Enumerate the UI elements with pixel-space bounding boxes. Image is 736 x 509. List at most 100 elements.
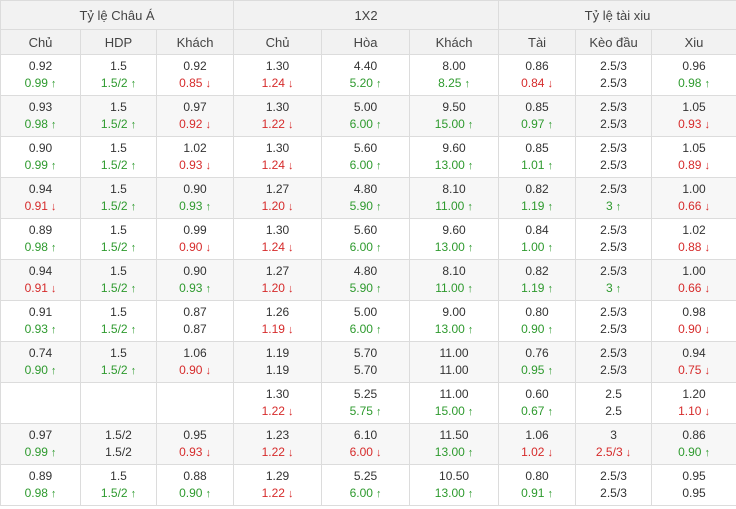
table-row[interactable]: 0.94 0.91 ↓ 1.5 1.5/2 ↑ 0.90 0.93 ↑ 1.27 1.20 ↓ 4.80… xyxy=(0,177,736,219)
odds-cell[interactable]: 0.85 1.01 ↑ xyxy=(498,136,577,178)
odds-cell[interactable]: 0.95 0.95 xyxy=(651,464,736,506)
odds-cell[interactable]: 3 2.5/3 ↓ xyxy=(575,423,653,465)
odds-cell[interactable]: 0.90 0.99 ↑ xyxy=(0,136,81,178)
odds-cell[interactable]: 1.06 0.90 ↓ xyxy=(155,341,235,383)
odds-cell[interactable]: 0.98 0.90 ↓ xyxy=(651,300,736,342)
odds-cell[interactable]: 1.30 1.24 ↓ xyxy=(233,54,323,96)
odds-cell[interactable]: 1.27 1.20 ↓ xyxy=(233,177,323,219)
table-row[interactable]: 0.89 0.98 ↑ 1.5 1.5/2 ↑ 0.99 0.90 ↓ 1.30 1.24 ↓ 5.60… xyxy=(0,218,736,260)
odds-cell[interactable]: 11.50 13.00 ↑ xyxy=(409,423,500,465)
odds-cell[interactable]: 1.30 1.24 ↓ xyxy=(233,136,323,178)
table-row[interactable]: 0.97 0.99 ↑ 1.5/2 1.5/2 0.95 0.93 ↓ 1.23 1.22 ↓ 6.1… xyxy=(0,423,736,465)
odds-cell[interactable]: 2.5/3 2.5/3 xyxy=(575,300,653,342)
odds-cell[interactable]: 2.5/3 2.5/3 xyxy=(575,95,653,137)
odds-cell[interactable]: 2.5/3 2.5/3 xyxy=(575,136,653,178)
table-row[interactable]: 0.90 0.99 ↑ 1.5 1.5/2 ↑ 1.02 0.93 ↓ 1.30 1.24 ↓ 5.60… xyxy=(0,136,736,178)
odds-cell[interactable]: 5.60 6.00 ↑ xyxy=(321,218,411,260)
odds-cell[interactable]: 0.97 0.99 ↑ xyxy=(0,423,81,465)
odds-cell[interactable] xyxy=(155,382,235,424)
odds-cell[interactable]: 1.5 1.5/2 ↑ xyxy=(80,464,157,506)
odds-cell[interactable]: 0.94 0.91 ↓ xyxy=(0,259,81,301)
odds-cell[interactable]: 1.20 1.10 ↓ xyxy=(651,382,736,424)
odds-cell[interactable]: 2.5 2.5 xyxy=(575,382,653,424)
odds-cell[interactable]: 1.00 0.66 ↓ xyxy=(651,259,736,301)
odds-cell[interactable]: 5.70 5.70 xyxy=(321,341,411,383)
odds-cell[interactable]: 0.60 0.67 ↑ xyxy=(498,382,577,424)
odds-cell[interactable]: 1.23 1.22 ↓ xyxy=(233,423,323,465)
odds-cell[interactable]: 1.5 1.5/2 ↑ xyxy=(80,259,157,301)
odds-cell[interactable]: 1.5 1.5/2 ↑ xyxy=(80,136,157,178)
table-row[interactable]: 0.94 0.91 ↓ 1.5 1.5/2 ↑ 0.90 0.93 ↑ 1.27 1.20 ↓ 4.80… xyxy=(0,259,736,301)
odds-cell[interactable]: 9.00 13.00 ↑ xyxy=(409,300,500,342)
odds-cell[interactable]: 5.25 5.75 ↑ xyxy=(321,382,411,424)
odds-cell[interactable]: 1.02 0.93 ↓ xyxy=(155,136,235,178)
odds-cell[interactable]: 5.00 6.00 ↑ xyxy=(321,95,411,137)
odds-cell[interactable]: 0.94 0.91 ↓ xyxy=(0,177,81,219)
odds-cell[interactable]: 6.10 6.00 ↓ xyxy=(321,423,411,465)
odds-cell[interactable]: 8.00 8.25 ↑ xyxy=(409,54,500,96)
odds-cell[interactable]: 1.5 1.5/2 ↑ xyxy=(80,218,157,260)
odds-cell[interactable] xyxy=(0,382,81,424)
odds-cell[interactable]: 0.85 0.97 ↑ xyxy=(498,95,577,137)
odds-cell[interactable]: 0.82 1.19 ↑ xyxy=(498,177,577,219)
odds-cell[interactable]: 1.5/2 1.5/2 xyxy=(80,423,157,465)
odds-cell[interactable]: 1.05 0.93 ↓ xyxy=(651,95,736,137)
odds-cell[interactable]: 4.80 5.90 ↑ xyxy=(321,259,411,301)
odds-cell[interactable]: 0.76 0.95 ↑ xyxy=(498,341,577,383)
odds-cell[interactable]: 1.19 1.19 xyxy=(233,341,323,383)
odds-cell[interactable]: 0.89 0.98 ↑ xyxy=(0,464,81,506)
odds-cell[interactable]: 0.92 0.85 ↓ xyxy=(155,54,235,96)
odds-cell[interactable]: 1.05 0.89 ↓ xyxy=(651,136,736,178)
odds-cell[interactable]: 9.60 13.00 ↑ xyxy=(409,218,500,260)
odds-cell[interactable]: 11.00 15.00 ↑ xyxy=(409,382,500,424)
odds-cell[interactable]: 1.5 1.5/2 ↑ xyxy=(80,95,157,137)
odds-cell[interactable] xyxy=(80,382,157,424)
odds-cell[interactable]: 1.02 0.88 ↓ xyxy=(651,218,736,260)
odds-cell[interactable]: 0.90 0.93 ↑ xyxy=(155,259,235,301)
odds-cell[interactable]: 0.97 0.92 ↓ xyxy=(155,95,235,137)
table-row[interactable]: 0.93 0.98 ↑ 1.5 1.5/2 ↑ 0.97 0.92 ↓ 1.30 1.22 ↓ 5.00… xyxy=(0,95,736,137)
odds-cell[interactable]: 1.5 1.5/2 ↑ xyxy=(80,54,157,96)
odds-cell[interactable]: 1.26 1.19 ↓ xyxy=(233,300,323,342)
odds-cell[interactable]: 0.80 0.91 ↑ xyxy=(498,464,577,506)
odds-cell[interactable]: 1.5 1.5/2 ↑ xyxy=(80,300,157,342)
odds-cell[interactable]: 0.94 0.75 ↓ xyxy=(651,341,736,383)
odds-cell[interactable]: 8.10 11.00 ↑ xyxy=(409,177,500,219)
table-row[interactable]: 1.30 1.22 ↓ 5.25 5.75 ↑ 11.00 15.00 ↑ 0.60 0.67 ↑ 2.… xyxy=(0,382,736,424)
odds-cell[interactable]: 10.50 13.00 ↑ xyxy=(409,464,500,506)
odds-cell[interactable]: 1.30 1.24 ↓ xyxy=(233,218,323,260)
odds-cell[interactable]: 5.00 6.00 ↑ xyxy=(321,300,411,342)
odds-cell[interactable]: 0.90 0.93 ↑ xyxy=(155,177,235,219)
odds-cell[interactable]: 0.92 0.99 ↑ xyxy=(0,54,81,96)
odds-cell[interactable]: 0.80 0.90 ↑ xyxy=(498,300,577,342)
odds-cell[interactable]: 0.95 0.93 ↓ xyxy=(155,423,235,465)
odds-cell[interactable]: 0.99 0.90 ↓ xyxy=(155,218,235,260)
odds-cell[interactable]: 5.60 6.00 ↑ xyxy=(321,136,411,178)
odds-cell[interactable]: 2.5/3 2.5/3 xyxy=(575,218,653,260)
odds-cell[interactable]: 1.29 1.22 ↓ xyxy=(233,464,323,506)
odds-cell[interactable]: 1.27 1.20 ↓ xyxy=(233,259,323,301)
table-row[interactable]: 0.89 0.98 ↑ 1.5 1.5/2 ↑ 0.88 0.90 ↑ 1.29 1.22 ↓ 5.25… xyxy=(0,464,736,506)
odds-cell[interactable]: 9.60 13.00 ↑ xyxy=(409,136,500,178)
odds-cell[interactable]: 0.93 0.98 ↑ xyxy=(0,95,81,137)
table-row[interactable]: 0.91 0.93 ↑ 1.5 1.5/2 ↑ 0.87 0.87 1.26 1.19 ↓ 5.00 6… xyxy=(0,300,736,342)
odds-cell[interactable]: 0.82 1.19 ↑ xyxy=(498,259,577,301)
odds-cell[interactable]: 2.5/3 2.5/3 xyxy=(575,464,653,506)
table-row[interactable]: 0.74 0.90 ↑ 1.5 1.5/2 ↑ 1.06 0.90 ↓ 1.19 1.19 5.70 5… xyxy=(0,341,736,383)
odds-cell[interactable]: 0.84 1.00 ↑ xyxy=(498,218,577,260)
odds-cell[interactable]: 1.30 1.22 ↓ xyxy=(233,95,323,137)
odds-cell[interactable]: 5.25 6.00 ↑ xyxy=(321,464,411,506)
odds-cell[interactable]: 1.5 1.5/2 ↑ xyxy=(80,177,157,219)
odds-cell[interactable]: 0.89 0.98 ↑ xyxy=(0,218,81,260)
odds-cell[interactable]: 0.88 0.90 ↑ xyxy=(155,464,235,506)
odds-cell[interactable]: 0.74 0.90 ↑ xyxy=(0,341,81,383)
odds-cell[interactable]: 8.10 11.00 ↑ xyxy=(409,259,500,301)
odds-cell[interactable]: 0.87 0.87 xyxy=(155,300,235,342)
odds-cell[interactable]: 2.5/3 2.5/3 xyxy=(575,341,653,383)
odds-cell[interactable]: 0.86 0.84 ↓ xyxy=(498,54,577,96)
odds-cell[interactable]: 0.86 0.90 ↑ xyxy=(651,423,736,465)
odds-cell[interactable]: 1.00 0.66 ↓ xyxy=(651,177,736,219)
odds-cell[interactable]: 1.5 1.5/2 ↑ xyxy=(80,341,157,383)
odds-cell[interactable]: 2.5/3 3 ↑ xyxy=(575,177,653,219)
odds-cell[interactable]: 2.5/3 3 ↑ xyxy=(575,259,653,301)
